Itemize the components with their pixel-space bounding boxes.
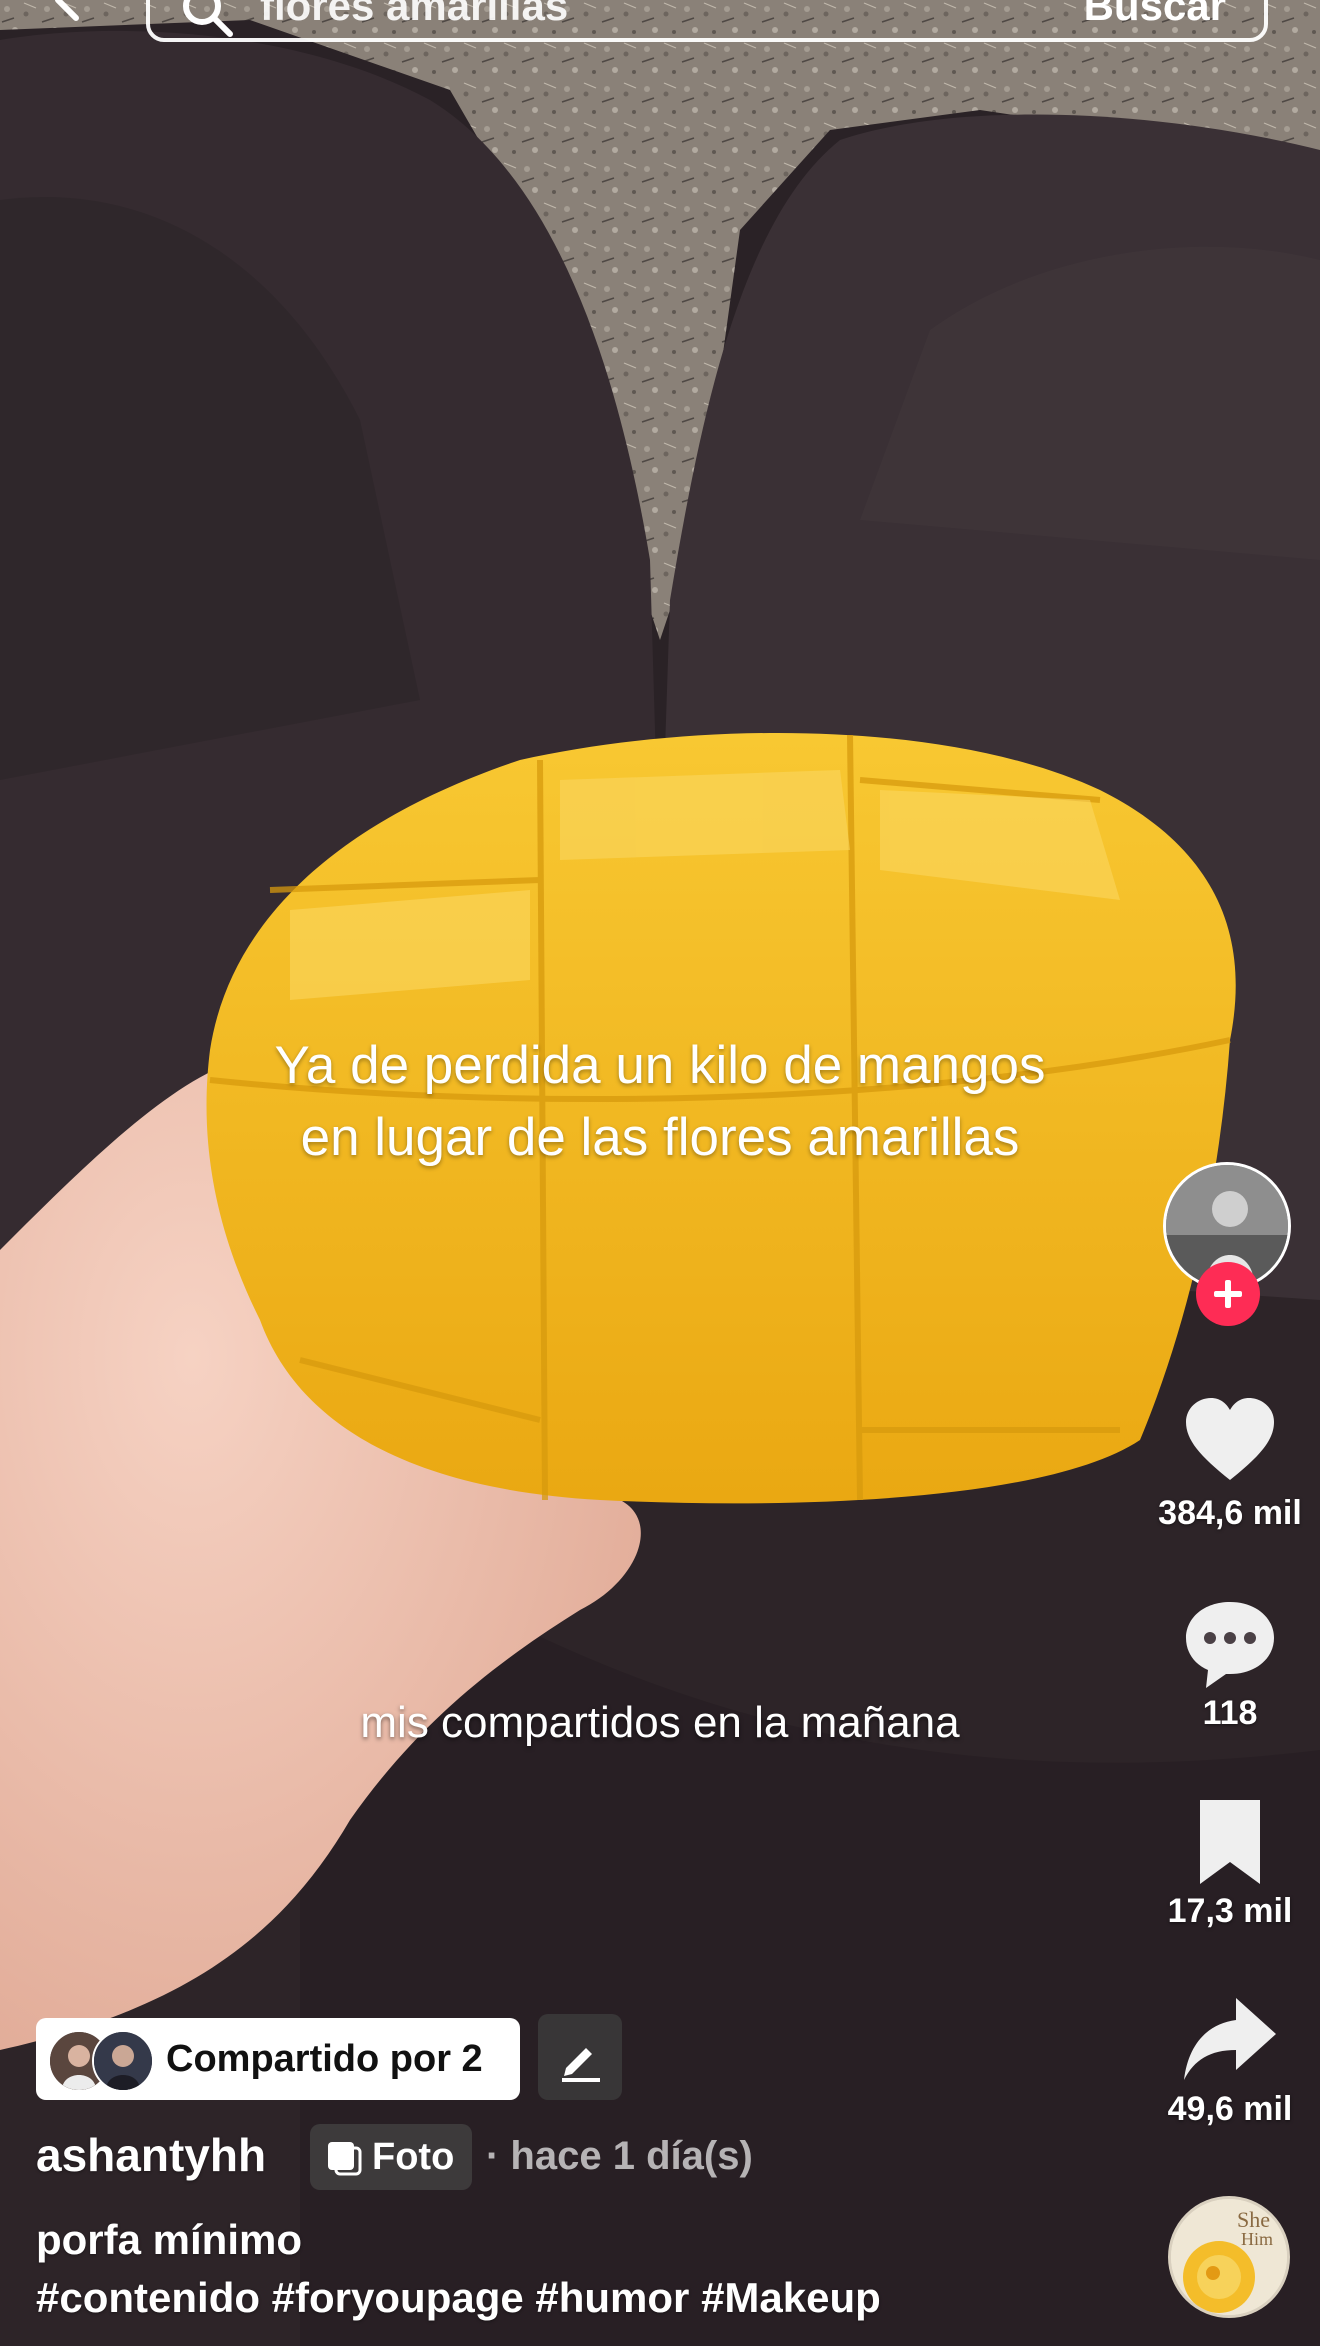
search-button[interactable]: Buscar (1084, 0, 1226, 30)
post-description: porfa mínimo (36, 2216, 303, 2263)
search-field[interactable]: flores amarillas Buscar (146, 0, 1268, 42)
music-disc[interactable]: She Him (1168, 2196, 1290, 2318)
like-count: 384,6 mil (1158, 1494, 1302, 1532)
comment-count: 118 (1202, 1694, 1258, 1732)
svg-text:Him: Him (1241, 2229, 1273, 2249)
post-caption-overlay: mis compartidos en la mañana (360, 1698, 960, 1747)
heart-icon[interactable] (1180, 1392, 1280, 1492)
save-count: 17,3 mil (1167, 1892, 1293, 1930)
search-bar: flores amarillas Buscar (0, 0, 1320, 48)
search-icon (183, 0, 233, 37)
shared-by-pill[interactable]: Compartido por 2 (36, 2018, 520, 2100)
share-count: 49,6 mil (1167, 2090, 1293, 2128)
pencil-icon (562, 2048, 600, 2082)
comment-icon[interactable] (1180, 1594, 1280, 1694)
shared-by-label: Compartido por 2 (166, 2038, 483, 2080)
search-input[interactable]: flores amarillas (260, 0, 568, 30)
follow-plus-button[interactable] (1196, 1262, 1260, 1326)
bookmark-icon[interactable] (1180, 1792, 1280, 1892)
photo-badge-label: Foto (372, 2136, 455, 2178)
post-time: · hace 1 día(s) (486, 2134, 753, 2178)
back-icon[interactable] (44, 0, 94, 28)
author-username[interactable]: ashantyhh (36, 2128, 266, 2182)
tiktok-photo-post-screen: flores amarillas Buscar Ya de perdida un… (0, 0, 1320, 2346)
edit-share-button[interactable] (538, 2014, 622, 2100)
post-hashtags[interactable]: #contenido #foryoupage #humor #Makeup (36, 2274, 881, 2322)
photo-badge: Foto (310, 2124, 472, 2190)
photo-icon (328, 2142, 362, 2176)
share-icon[interactable] (1180, 1990, 1280, 2090)
photo-overlay-text: Ya de perdida un kilo de mangos en lugar… (274, 1036, 1046, 1167)
shared-avatar-2 (92, 2030, 154, 2092)
